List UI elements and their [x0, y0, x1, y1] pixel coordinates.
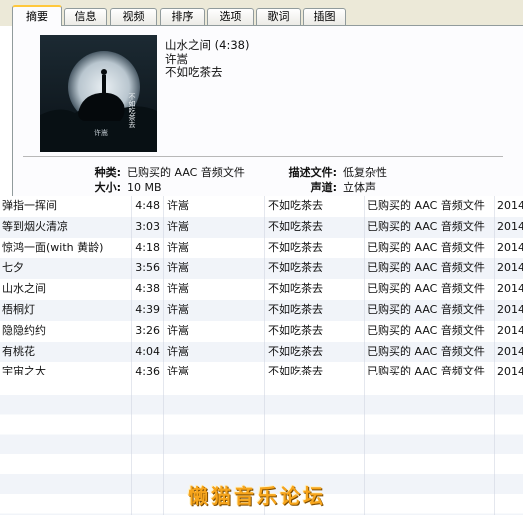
album-artwork-image: 不如吃茶去 许嵩: [40, 35, 157, 152]
track-kind: 已购买的 AAC 音频文件: [367, 199, 485, 212]
track-artist: 许嵩: [167, 344, 189, 358]
track-year: 2014: [497, 199, 523, 212]
track-name: 等到烟火清凉: [2, 219, 68, 233]
track-kind: 已购买的 AAC 音频文件: [367, 323, 485, 337]
track-kind: 已购买的 AAC 音频文件: [367, 240, 485, 254]
track-row[interactable]: 梧桐灯 4:39 许嵩 不如吃茶去 已购买的 AAC 音频文件 2014: [0, 299, 523, 321]
track-time: 3:56: [135, 261, 160, 275]
track-year: 2014: [497, 240, 523, 254]
track-time: 4:18: [135, 240, 160, 254]
tab-artwork[interactable]: 插图: [303, 8, 346, 25]
track-album: 不如吃茶去: [268, 282, 323, 296]
size-field: 大小: 10 MB: [73, 179, 162, 195]
track-name: 山水之间: [2, 282, 46, 296]
song-album: 不如吃茶去: [165, 65, 223, 79]
track-row[interactable]: 山水之间 4:38 许嵩 不如吃茶去 已购买的 AAC 音频文件 2014: [0, 279, 523, 300]
forum-watermark: 懒猫音乐论坛: [188, 484, 326, 508]
track-row[interactable]: 惊鸿一面(with 黄龄) 4:18 许嵩 不如吃茶去 已购买的 AAC 音频文…: [0, 237, 523, 259]
track-artist: 许嵩: [167, 219, 189, 233]
tab-video[interactable]: 视频: [110, 8, 157, 25]
track-time: 4:39: [135, 302, 160, 316]
summary-divider: [23, 156, 503, 157]
track-row[interactable]: 等到烟火清凉 3:03 许嵩 不如吃茶去 已购买的 AAC 音频文件 2014: [0, 216, 523, 238]
track-album: 不如吃茶去: [268, 302, 323, 316]
track-name: 惊鸿一面(with 黄龄): [2, 240, 104, 254]
track-year: 2014: [497, 219, 523, 233]
track-time: 4:48: [135, 199, 160, 212]
summary-panel: 不如吃茶去 许嵩 山水之间 (4:38) 许嵩 不如吃茶去 种类: 已购买的 AA…: [12, 25, 523, 200]
channels-label: 声道:: [310, 181, 337, 194]
track-time: 3:03: [135, 219, 160, 233]
track-row[interactable]: 弹指一挥间 4:48 许嵩 不如吃茶去 已购买的 AAC 音频文件 2014: [0, 196, 523, 217]
track-album: 不如吃茶去: [268, 219, 323, 233]
track-name: 有桃花: [2, 344, 35, 358]
track-row[interactable]: 七夕 3:56 许嵩 不如吃茶去 已购买的 AAC 音频文件 2014: [0, 258, 523, 280]
track-album: 不如吃茶去: [268, 199, 323, 212]
track-artist: 许嵩: [167, 302, 189, 316]
channels-field: 声道: 立体声: [273, 179, 376, 195]
track-time: 4:04: [135, 344, 160, 358]
track-artist: 许嵩: [167, 323, 189, 337]
track-row[interactable]: 有桃花 4:04 许嵩 不如吃茶去 已购买的 AAC 音频文件 2014: [0, 341, 523, 363]
track-album: 不如吃茶去: [268, 344, 323, 358]
track-artist: 许嵩: [167, 240, 189, 254]
track-year: 2014: [497, 344, 523, 358]
artwork-title-text: 不如吃茶去: [128, 93, 136, 129]
track-kind: 已购买的 AAC 音频文件: [367, 282, 485, 296]
tab-info[interactable]: 信息: [64, 8, 107, 25]
track-kind: 已购买的 AAC 音频文件: [367, 344, 485, 358]
tab-sorting[interactable]: 排序: [160, 8, 205, 25]
tab-lyrics[interactable]: 歌词: [256, 8, 301, 25]
track-artist: 许嵩: [167, 282, 189, 296]
track-name: 七夕: [2, 261, 24, 275]
track-kind: 已购买的 AAC 音频文件: [367, 261, 485, 275]
tab-options[interactable]: 选项: [207, 8, 254, 25]
track-year: 2014: [497, 282, 523, 296]
track-time: 3:26: [135, 323, 160, 337]
artwork-artist-text: 许嵩: [94, 128, 108, 137]
track-artist: 许嵩: [167, 261, 189, 275]
profile-field: 描述文件: 低复杂性: [273, 164, 387, 180]
track-album: 不如吃茶去: [268, 323, 323, 337]
size-label: 大小:: [94, 181, 121, 194]
track-year: 2014: [497, 261, 523, 275]
track-year: 2014: [497, 323, 523, 337]
track-album: 不如吃茶去: [268, 261, 323, 275]
track-list: 弹指一挥间 4:48 许嵩 不如吃茶去 已购买的 AAC 音频文件 2014 等…: [0, 196, 523, 384]
track-time: 4:38: [135, 282, 160, 296]
kind-label: 种类:: [94, 166, 121, 179]
album-artwork: 不如吃茶去 许嵩: [40, 35, 157, 152]
size-value: 10 MB: [127, 181, 162, 194]
track-row[interactable]: 隐隐约约 3:26 许嵩 不如吃茶去 已购买的 AAC 音频文件 2014: [0, 320, 523, 342]
profile-label: 描述文件:: [288, 166, 337, 179]
kind-field: 种类: 已购买的 AAC 音频文件: [73, 164, 245, 180]
track-name: 梧桐灯: [2, 302, 35, 316]
info-tab-bar: 摘要 信息 视频 排序 选项 歌词 插图: [0, 0, 523, 26]
channels-value: 立体声: [343, 181, 376, 194]
track-name: 隐隐约约: [2, 323, 46, 337]
track-kind: 已购买的 AAC 音频文件: [367, 302, 485, 316]
track-year: 2014: [497, 302, 523, 316]
track-name: 弹指一挥间: [2, 199, 57, 212]
track-artist: 许嵩: [167, 199, 189, 212]
itunes-window: 摘要 信息 视频 排序 选项 歌词 插图 不如吃茶去 许嵩 山水之间 (4:38…: [0, 0, 523, 515]
track-kind: 已购买的 AAC 音频文件: [367, 219, 485, 233]
tab-summary[interactable]: 摘要: [12, 5, 62, 26]
kind-value: 已购买的 AAC 音频文件: [127, 166, 245, 179]
profile-value: 低复杂性: [343, 166, 387, 179]
track-album: 不如吃茶去: [268, 240, 323, 254]
